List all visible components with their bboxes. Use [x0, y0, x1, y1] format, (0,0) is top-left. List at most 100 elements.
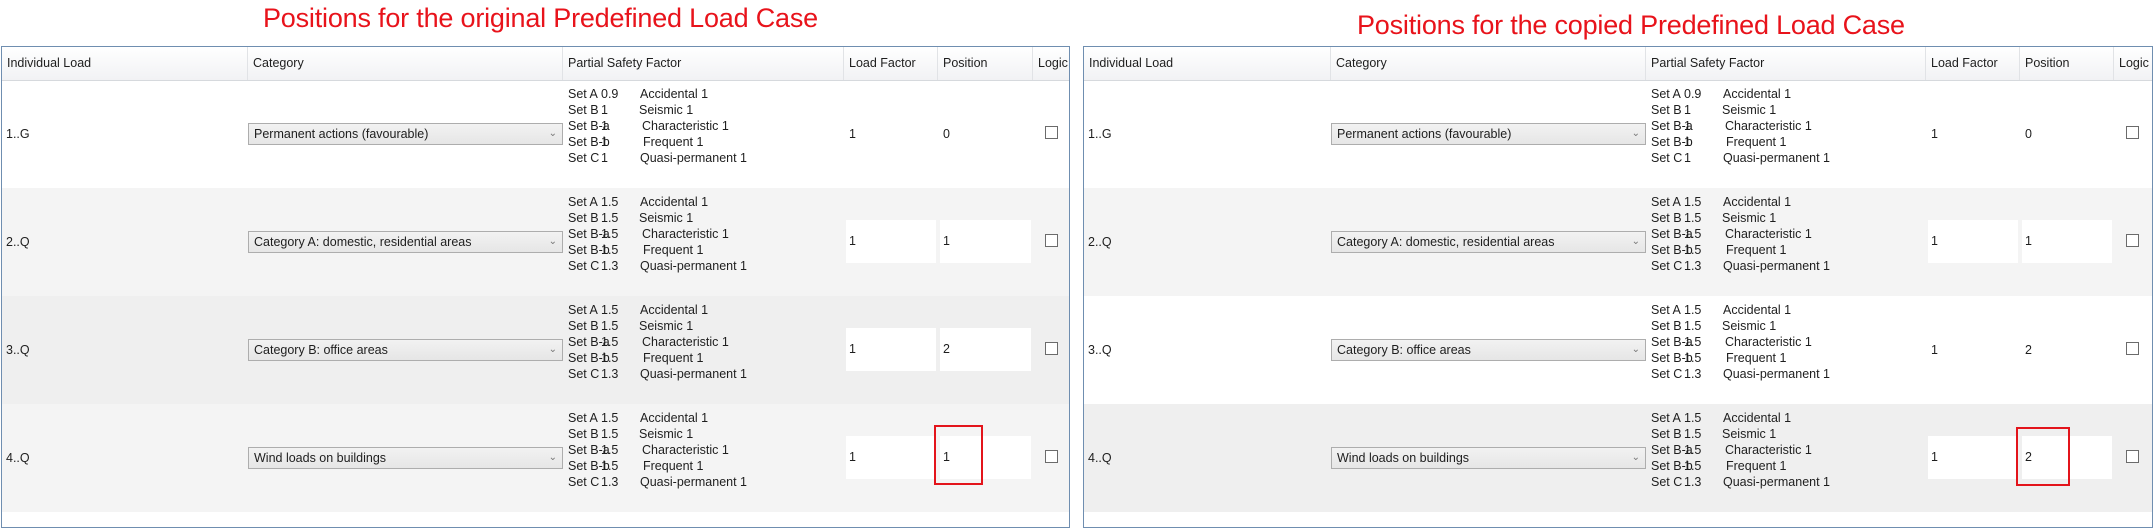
- psf-combination: Seismic 1: [639, 211, 694, 225]
- load-factor-cell: 1: [844, 404, 938, 512]
- chevron-down-icon[interactable]: ⌄: [549, 448, 557, 468]
- psf-line: Set B 1.5 Seismic 1: [1646, 210, 1926, 226]
- logic-checkbox[interactable]: [1045, 450, 1058, 463]
- category-dropdown[interactable]: Permanent actions (favourable) ⌄: [1331, 123, 1646, 145]
- logic-checkbox[interactable]: [1045, 126, 1058, 139]
- psf-combination: Characteristic 1: [642, 119, 729, 133]
- load-factor-cell: 1: [844, 80, 938, 188]
- table-row[interactable]: 3..Q Category B: office areas ⌄ Set A 1.5 Acc…: [2, 296, 1069, 404]
- logic-cell: [1033, 404, 1069, 512]
- column-header-individual-load[interactable]: Individual Load: [1084, 47, 1331, 80]
- chevron-down-icon[interactable]: ⌄: [1632, 340, 1640, 360]
- position-cell: 1: [938, 404, 1033, 512]
- position-value[interactable]: 0: [943, 126, 950, 142]
- category-dropdown[interactable]: Wind loads on buildings ⌄: [248, 447, 563, 469]
- chevron-down-icon[interactable]: ⌄: [549, 232, 557, 252]
- load-factor-input[interactable]: 1: [846, 328, 936, 371]
- psf-combination: Accidental 1: [1723, 411, 1792, 425]
- load-factor-input[interactable]: 1: [846, 220, 936, 263]
- psf-combination: Characteristic 1: [1725, 119, 1812, 133]
- column-header-individual-load[interactable]: Individual Load: [2, 47, 248, 80]
- chevron-down-icon[interactable]: ⌄: [1632, 232, 1640, 252]
- chevron-down-icon[interactable]: ⌄: [1632, 124, 1640, 144]
- logic-checkbox[interactable]: [2126, 234, 2139, 247]
- logic-checkbox[interactable]: [2126, 450, 2139, 463]
- psf-line: Set B-a 1 Characteristic 1: [563, 118, 844, 134]
- psf-line: Set B-a 1 Characteristic 1: [1646, 118, 1926, 134]
- column-header-position[interactable]: Position: [2020, 47, 2114, 80]
- category-dropdown[interactable]: Permanent actions (favourable) ⌄: [248, 123, 563, 145]
- table-row[interactable]: 4..Q Wind loads on buildings ⌄ Set A 1.5 Acci…: [1084, 404, 2152, 512]
- logic-checkbox[interactable]: [1045, 234, 1058, 247]
- logic-checkbox[interactable]: [2126, 126, 2139, 139]
- psf-combination: Quasi-permanent 1: [1723, 151, 1831, 165]
- psf-combination: Accidental 1: [640, 303, 709, 317]
- category-dropdown[interactable]: Category A: domestic, residential areas ⌄: [1331, 231, 1646, 253]
- chevron-down-icon[interactable]: ⌄: [1632, 448, 1640, 468]
- partial-safety-factor-cell: Set A 1.5 Accidental 1 Set B 1.5 Seismic 1 Set…: [563, 188, 844, 296]
- category-dropdown[interactable]: Category B: office areas ⌄: [1331, 339, 1646, 361]
- partial-safety-factor-cell: Set A 1.5 Accidental 1 Set B 1.5 Seismic 1 Set…: [563, 296, 844, 404]
- table-row[interactable]: 3..Q Category B: office areas ⌄ Set A 1.5 Acc…: [1084, 296, 2152, 404]
- psf-set-label: Set A: [568, 195, 598, 209]
- psf-line: Set B 1.5 Seismic 1: [563, 210, 844, 226]
- column-header-load-factor[interactable]: Load Factor: [844, 47, 938, 80]
- load-factor-value[interactable]: 1: [1931, 126, 1938, 142]
- chevron-down-icon[interactable]: ⌄: [549, 124, 557, 144]
- chevron-down-icon[interactable]: ⌄: [549, 340, 557, 360]
- load-factor-input[interactable]: 1: [1928, 220, 2018, 263]
- logic-checkbox[interactable]: [2126, 342, 2139, 355]
- column-header-load-factor[interactable]: Load Factor: [1926, 47, 2020, 80]
- table-row[interactable]: 4..Q Wind loads on buildings ⌄ Set A 1.5 Acci…: [2, 404, 1069, 512]
- table-row[interactable]: 1..G Permanent actions (favourable) ⌄ Set A…: [1084, 80, 2152, 188]
- psf-set-value: 1: [1684, 135, 1691, 149]
- psf-line: Set B-b 1 Frequent 1: [563, 134, 844, 150]
- column-header-position[interactable]: Position: [938, 47, 1033, 80]
- psf-line: Set A 1.5 Accidental 1: [1646, 194, 1926, 210]
- load-factor-value[interactable]: 1: [1931, 342, 1938, 358]
- psf-set-value: 1.5: [601, 195, 619, 209]
- column-header-partial-safety-factor[interactable]: Partial Safety Factor: [1646, 47, 1926, 80]
- column-header-logic[interactable]: Logic: [2114, 47, 2152, 80]
- position-cell: 2: [938, 296, 1033, 404]
- column-header-category[interactable]: Category: [1331, 47, 1646, 80]
- position-input[interactable]: 1: [2022, 220, 2112, 263]
- category-dropdown[interactable]: Category B: office areas ⌄: [248, 339, 563, 361]
- position-input[interactable]: 2: [2022, 436, 2112, 479]
- psf-line: Set A 0.9 Accidental 1: [1646, 86, 1926, 102]
- logic-checkbox[interactable]: [1045, 342, 1058, 355]
- column-header-category[interactable]: Category: [248, 47, 563, 80]
- psf-set-value: 1: [601, 103, 608, 117]
- logic-cell: [2114, 80, 2152, 188]
- psf-set-label: Set C: [1651, 367, 1683, 381]
- position-input[interactable]: 2: [940, 328, 1031, 371]
- psf-combination: Accidental 1: [1723, 195, 1792, 209]
- psf-set-value: 1.5: [1684, 319, 1702, 333]
- table-row[interactable]: 1..G Permanent actions (favourable) ⌄ Set A…: [2, 80, 1069, 188]
- psf-combination: Characteristic 1: [1725, 443, 1812, 457]
- column-header-partial-safety-factor[interactable]: Partial Safety Factor: [563, 47, 844, 80]
- table-row[interactable]: 2..Q Category A: domestic, residential ar…: [2, 188, 1069, 296]
- category-cell: Wind loads on buildings ⌄: [1331, 404, 1646, 512]
- position-value[interactable]: 0: [2025, 126, 2032, 142]
- position-value[interactable]: 2: [2025, 342, 2032, 358]
- psf-set-label: Set B: [568, 211, 599, 225]
- psf-combination: Quasi-permanent 1: [1723, 367, 1831, 381]
- psf-set-label: Set B: [1651, 319, 1682, 333]
- load-factor-input[interactable]: 1: [846, 436, 936, 479]
- load-factor-input[interactable]: 1: [1928, 436, 2018, 479]
- category-dropdown[interactable]: Category A: domestic, residential areas ⌄: [248, 231, 563, 253]
- psf-combination: Seismic 1: [639, 319, 694, 333]
- psf-set-value: 1: [601, 135, 608, 149]
- column-header-logic[interactable]: Logic: [1033, 47, 1069, 80]
- psf-set-label: Set B: [1651, 103, 1682, 117]
- category-value: Permanent actions (favourable): [1337, 127, 1512, 141]
- position-cell: 1: [938, 188, 1033, 296]
- position-input[interactable]: 1: [940, 220, 1031, 263]
- load-factor-value[interactable]: 1: [849, 126, 856, 142]
- table-row[interactable]: 2..Q Category A: domestic, residential ar…: [1084, 188, 2152, 296]
- position-input[interactable]: 1: [940, 436, 1031, 479]
- logic-cell: [2114, 296, 2152, 404]
- category-dropdown[interactable]: Wind loads on buildings ⌄: [1331, 447, 1646, 469]
- psf-line: Set B-a 1.5 Characteristic 1: [563, 226, 844, 242]
